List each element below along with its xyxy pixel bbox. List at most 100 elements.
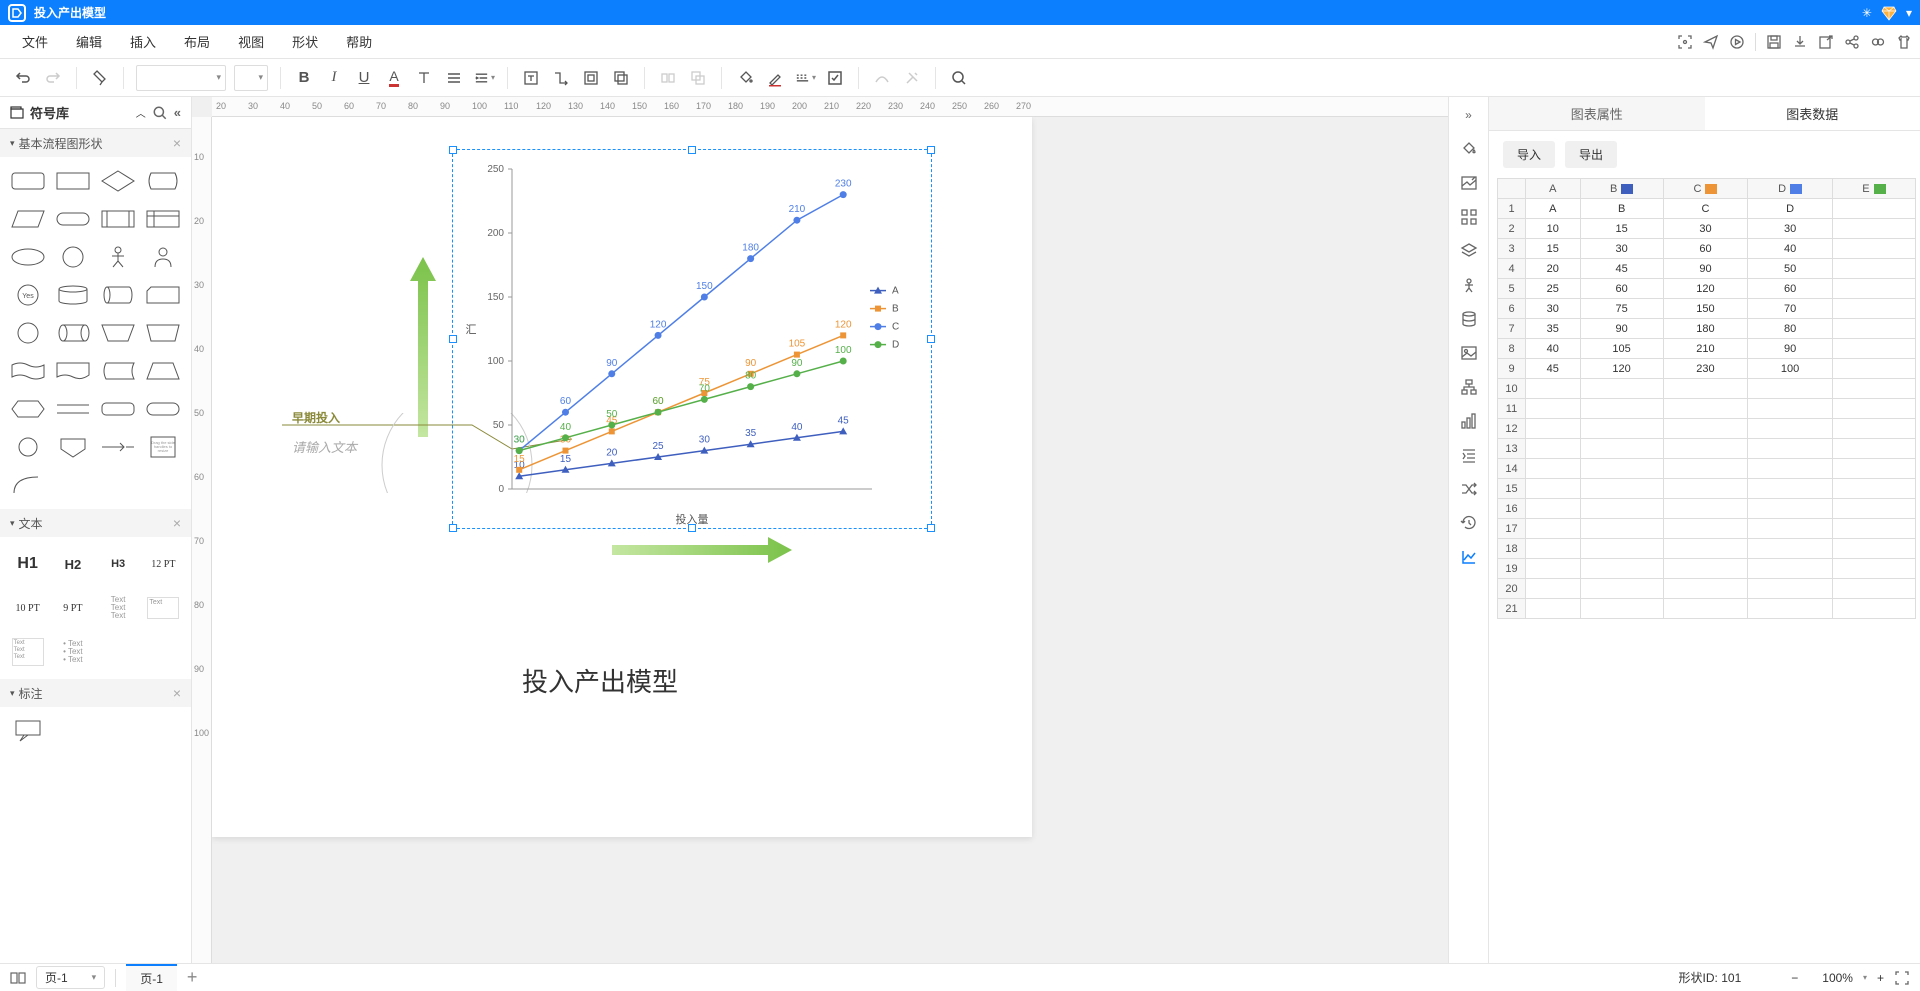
fill-color-select[interactable]: ▾ <box>234 65 268 91</box>
font-select[interactable]: ▾ <box>136 65 226 91</box>
shuffle-icon[interactable] <box>1459 479 1479 499</box>
underline-icon[interactable]: U <box>353 67 375 89</box>
send-icon[interactable] <box>1703 34 1719 50</box>
shape-cylinder[interactable] <box>53 279 92 311</box>
curve-icon[interactable] <box>871 67 893 89</box>
shape-actor[interactable] <box>99 241 138 273</box>
tools-icon[interactable] <box>901 67 923 89</box>
play-icon[interactable] <box>1729 34 1745 50</box>
add-page-button[interactable]: + <box>187 967 198 988</box>
search-icon[interactable] <box>948 67 970 89</box>
section-callout[interactable]: ▾标注× <box>0 679 191 707</box>
close-icon[interactable]: × <box>173 515 181 531</box>
align-icon[interactable] <box>443 67 465 89</box>
shape-arc[interactable] <box>8 469 47 501</box>
text-10pt[interactable]: 10 PT <box>8 589 47 627</box>
chevron-up-icon[interactable]: ︿ <box>136 105 146 120</box>
menu-insert[interactable]: 插入 <box>116 26 170 57</box>
zoom-out-button[interactable]: − <box>1791 971 1798 985</box>
connector-icon[interactable] <box>550 67 572 89</box>
tab-chart-attr[interactable]: 图表属性 <box>1489 97 1705 130</box>
text-box[interactable]: Text <box>144 589 183 627</box>
text-h3[interactable]: H3 <box>99 545 138 583</box>
line-style-icon[interactable]: ▾ <box>794 67 816 89</box>
font-color-icon[interactable]: A <box>383 67 405 89</box>
placeholder-text[interactable]: 请输入文本 <box>292 437 357 456</box>
close-icon[interactable]: × <box>173 685 181 701</box>
dropdown-icon[interactable]: ▾ <box>1906 6 1912 20</box>
shape-circle2[interactable] <box>8 317 47 349</box>
save-icon[interactable] <box>1766 34 1782 50</box>
text-box2[interactable]: TextTextText <box>8 633 47 671</box>
shape-callout[interactable] <box>8 715 47 747</box>
shape-rect[interactable] <box>53 165 92 197</box>
tab-chart-data[interactable]: 图表数据 <box>1705 97 1920 130</box>
layers-icon[interactable] <box>1459 241 1479 261</box>
sitemap-icon[interactable] <box>1459 377 1479 397</box>
image-tool-icon[interactable] <box>1459 173 1479 193</box>
text-bullets[interactable]: • Text• Text• Text <box>53 633 92 671</box>
italic-icon[interactable]: I <box>323 67 345 89</box>
text-direction-icon[interactable] <box>413 67 435 89</box>
shape-circle[interactable] <box>53 241 92 273</box>
text-box-icon[interactable] <box>520 67 542 89</box>
bars-icon[interactable] <box>1459 411 1479 431</box>
shape-manual-op[interactable] <box>144 317 183 349</box>
pen-icon[interactable] <box>764 67 786 89</box>
fullscreen-icon[interactable] <box>1894 970 1910 986</box>
chart-data-grid[interactable]: ABCDE1ABCD210153030315306040420459050525… <box>1497 178 1916 619</box>
shape-terminator[interactable] <box>53 203 92 235</box>
collapse-icon[interactable]: « <box>174 105 181 120</box>
format-painter-icon[interactable] <box>89 67 111 89</box>
close-icon[interactable]: × <box>173 135 181 151</box>
section-shapes[interactable]: ▾基本流程图形状× <box>0 129 191 157</box>
shape-rounded-rect[interactable] <box>8 165 47 197</box>
text-h2[interactable]: H2 <box>53 545 92 583</box>
shape-parallel-lines[interactable] <box>53 393 92 425</box>
section-text[interactable]: ▾文本× <box>0 509 191 537</box>
indent-icon[interactable]: ▾ <box>473 67 495 89</box>
ungroup-icon[interactable] <box>687 67 709 89</box>
text-9pt[interactable]: 9 PT <box>53 589 92 627</box>
page-tab[interactable]: 页-1 <box>126 964 177 991</box>
indent-tool-icon[interactable] <box>1459 445 1479 465</box>
text-h1[interactable]: H1 <box>8 545 47 583</box>
shape-offpage[interactable] <box>53 431 92 463</box>
export-button[interactable]: 导出 <box>1565 141 1617 168</box>
shape-arrow-line[interactable] <box>99 431 138 463</box>
library-search-icon[interactable] <box>152 105 168 121</box>
sparkle-icon[interactable]: ✳ <box>1862 6 1872 20</box>
shape-note[interactable]: Drag the sidehandles toresize <box>144 431 183 463</box>
history-icon[interactable] <box>1459 513 1479 533</box>
shape-user[interactable] <box>144 241 183 273</box>
shape-tape[interactable] <box>8 355 47 387</box>
text-block[interactable]: TextTextText <box>99 589 138 627</box>
text-12pt[interactable]: 12 PT <box>144 545 183 583</box>
shape-diamond[interactable] <box>99 165 138 197</box>
shape-card[interactable] <box>144 279 183 311</box>
download-icon[interactable] <box>1792 34 1808 50</box>
menu-shape[interactable]: 形状 <box>278 26 332 57</box>
shape-hexagon[interactable] <box>8 393 47 425</box>
menu-view[interactable]: 视图 <box>224 26 278 57</box>
shape-stored-data[interactable] <box>99 355 138 387</box>
shape-document[interactable] <box>53 355 92 387</box>
shape-predefined[interactable] <box>99 203 138 235</box>
shape-trapezoid2[interactable] <box>144 355 183 387</box>
import-button[interactable]: 导入 <box>1503 141 1555 168</box>
checkbox-icon[interactable] <box>824 67 846 89</box>
expand-panel-icon[interactable]: » <box>1459 105 1479 125</box>
menu-edit[interactable]: 编辑 <box>62 26 116 57</box>
shape-trapezoid[interactable] <box>99 317 138 349</box>
shape-ellipse[interactable] <box>8 241 47 273</box>
link-icon[interactable] <box>1870 34 1886 50</box>
undo-icon[interactable] <box>12 67 34 89</box>
menu-layout[interactable]: 布局 <box>170 26 224 57</box>
shirt-icon[interactable] <box>1896 34 1912 50</box>
export-icon[interactable] <box>1818 34 1834 50</box>
diamond-icon[interactable] <box>1880 4 1898 22</box>
shape-decision-yes[interactable]: Yes <box>8 279 47 311</box>
menu-help[interactable]: 帮助 <box>332 26 386 57</box>
pages-icon[interactable] <box>10 971 26 985</box>
canvas[interactable]: 早期投入 请输入文本 050100150200250投入量汇 <box>212 117 1448 963</box>
